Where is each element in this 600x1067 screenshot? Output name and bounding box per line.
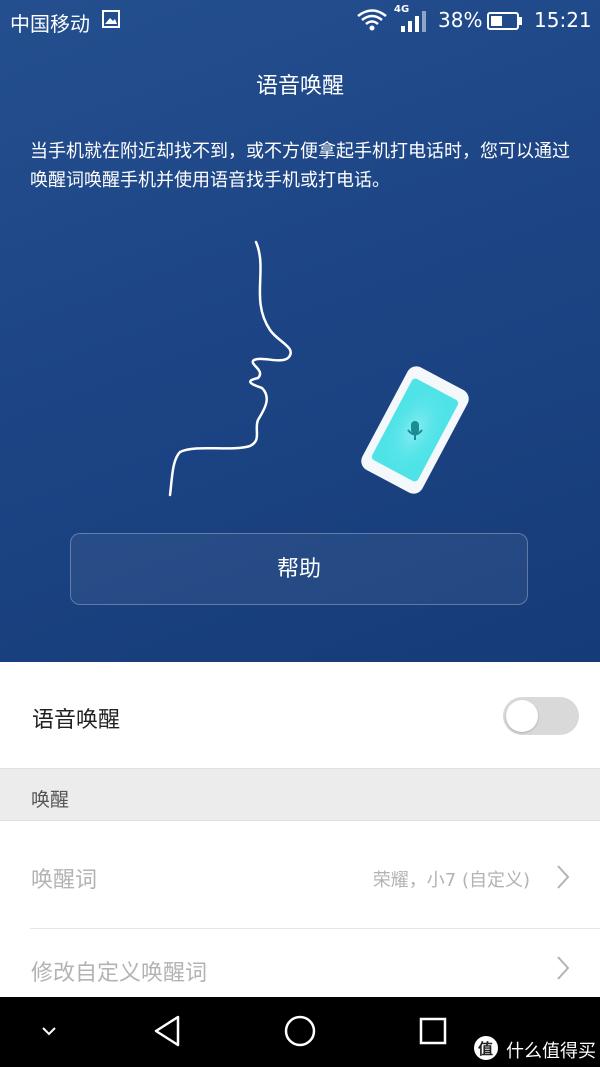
edit-custom-wake-word-label: 修改自定义唤醒词 (31, 961, 208, 986)
chevron-right-icon (557, 865, 570, 889)
edit-custom-wake-word-row[interactable]: 修改自定义唤醒词 (0, 929, 600, 997)
section-header-label: 唤醒 (31, 789, 70, 811)
description-text: 当手机就在附近却找不到，或不方便拿起手机打电话时，您可以通过唤醒词唤醒手机并使用… (30, 141, 570, 191)
battery-icon (487, 12, 522, 30)
wifi-icon (357, 9, 387, 31)
voice-wake-switch[interactable] (503, 697, 579, 735)
face-profile-illustration (168, 240, 292, 497)
collapse-icon[interactable] (40, 1025, 58, 1037)
help-button[interactable]: 帮助 (70, 533, 528, 605)
clock: 15:21 (534, 8, 592, 32)
recents-icon[interactable] (419, 1017, 447, 1045)
watermark-badge: 值 (474, 1036, 498, 1060)
home-icon[interactable] (283, 1014, 317, 1048)
signal-icon (401, 11, 426, 32)
voice-wake-label: 语音唤醒 (32, 708, 121, 733)
voice-wake-illustration (168, 240, 469, 497)
watermark-badge-text: 值 (478, 1040, 494, 1058)
wake-word-value: 荣耀，小7 (自定义) (372, 870, 530, 891)
status-bar: 中国移动 4G 38% 15:21 (0, 0, 600, 42)
chevron-right-icon (557, 956, 570, 980)
gallery-icon (102, 10, 120, 28)
hero-panel: 中国移动 4G 38% 15:21 语音唤醒 当手机就在附近却找不到，或不方便拿… (0, 0, 600, 662)
battery-percent: 38% (438, 8, 483, 32)
back-icon[interactable] (152, 1014, 182, 1048)
wake-word-row[interactable]: 唤醒词 荣耀，小7 (自定义) (0, 822, 600, 928)
switch-knob (506, 700, 538, 732)
phone-illustration (361, 366, 469, 494)
wake-word-label: 唤醒词 (31, 868, 98, 893)
carrier-name: 中国移动 (10, 12, 90, 36)
section-header-wake: 唤醒 (0, 768, 600, 821)
page-title: 语音唤醒 (255, 74, 344, 99)
watermark-text: 什么值得买 (506, 1041, 596, 1062)
